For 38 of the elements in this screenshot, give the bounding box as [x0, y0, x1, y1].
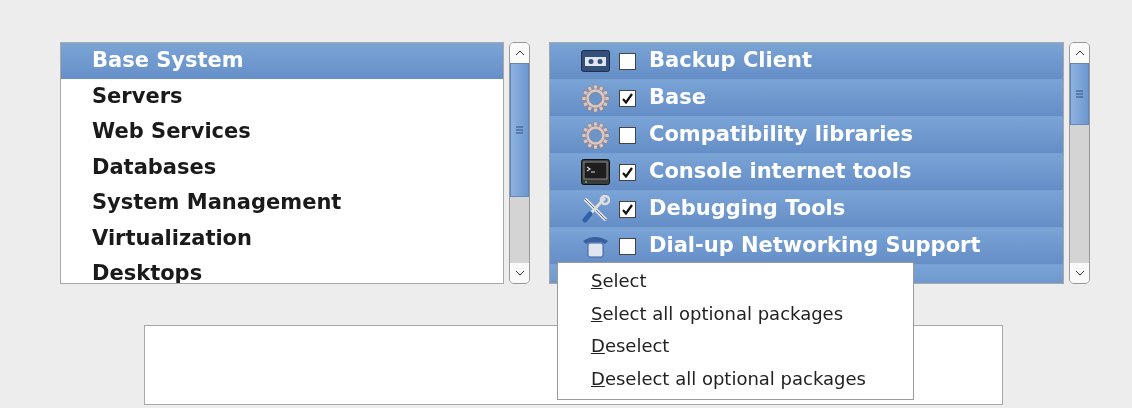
scroll-up-button[interactable] — [510, 43, 529, 63]
menu-item[interactable]: Select — [558, 265, 913, 298]
tape-icon — [581, 50, 610, 72]
package-label: Dial-up Networking Support — [649, 232, 981, 260]
menu-item[interactable]: Deselect — [558, 330, 913, 363]
chevron-down-icon — [1074, 270, 1085, 276]
package-label: Base — [649, 84, 706, 112]
tools-icon — [581, 194, 610, 224]
group-item[interactable]: System Management — [61, 185, 503, 221]
chevron-up-icon — [514, 50, 525, 56]
group-item[interactable]: Servers — [61, 78, 503, 114]
gear-icon — [581, 83, 610, 113]
scroll-up-button[interactable] — [1070, 43, 1089, 63]
group-item[interactable]: Databases — [61, 149, 503, 185]
scroll-thumb[interactable] — [510, 63, 529, 197]
checkbox[interactable] — [619, 126, 636, 144]
group-item[interactable]: Virtualization — [61, 220, 503, 256]
package-label: Console internet tools — [649, 158, 912, 186]
chevron-down-icon — [514, 270, 525, 276]
package-label: Backup Client — [649, 47, 812, 75]
checkbox[interactable] — [619, 200, 636, 218]
scroll-down-button[interactable] — [1070, 263, 1089, 283]
checkbox[interactable] — [619, 52, 636, 70]
scrollbar[interactable] — [509, 42, 530, 284]
checkbox[interactable] — [619, 163, 636, 181]
scroll-thumb[interactable] — [1070, 63, 1089, 125]
group-item[interactable]: Web Services — [61, 114, 503, 150]
checkbox[interactable] — [619, 89, 636, 107]
terminal-icon — [581, 159, 610, 185]
package-label: Compatibility libraries — [649, 121, 914, 149]
chevron-up-icon — [1074, 50, 1085, 56]
scrollbar[interactable] — [1069, 42, 1090, 284]
menu-item[interactable]: Select all optional packages — [558, 297, 913, 330]
package-label: Debugging Tools — [649, 195, 846, 223]
checkbox[interactable] — [619, 237, 636, 255]
gear-icon — [581, 120, 610, 150]
menu-item[interactable]: Deselect all optional packages — [558, 362, 913, 395]
scroll-down-button[interactable] — [510, 263, 529, 283]
